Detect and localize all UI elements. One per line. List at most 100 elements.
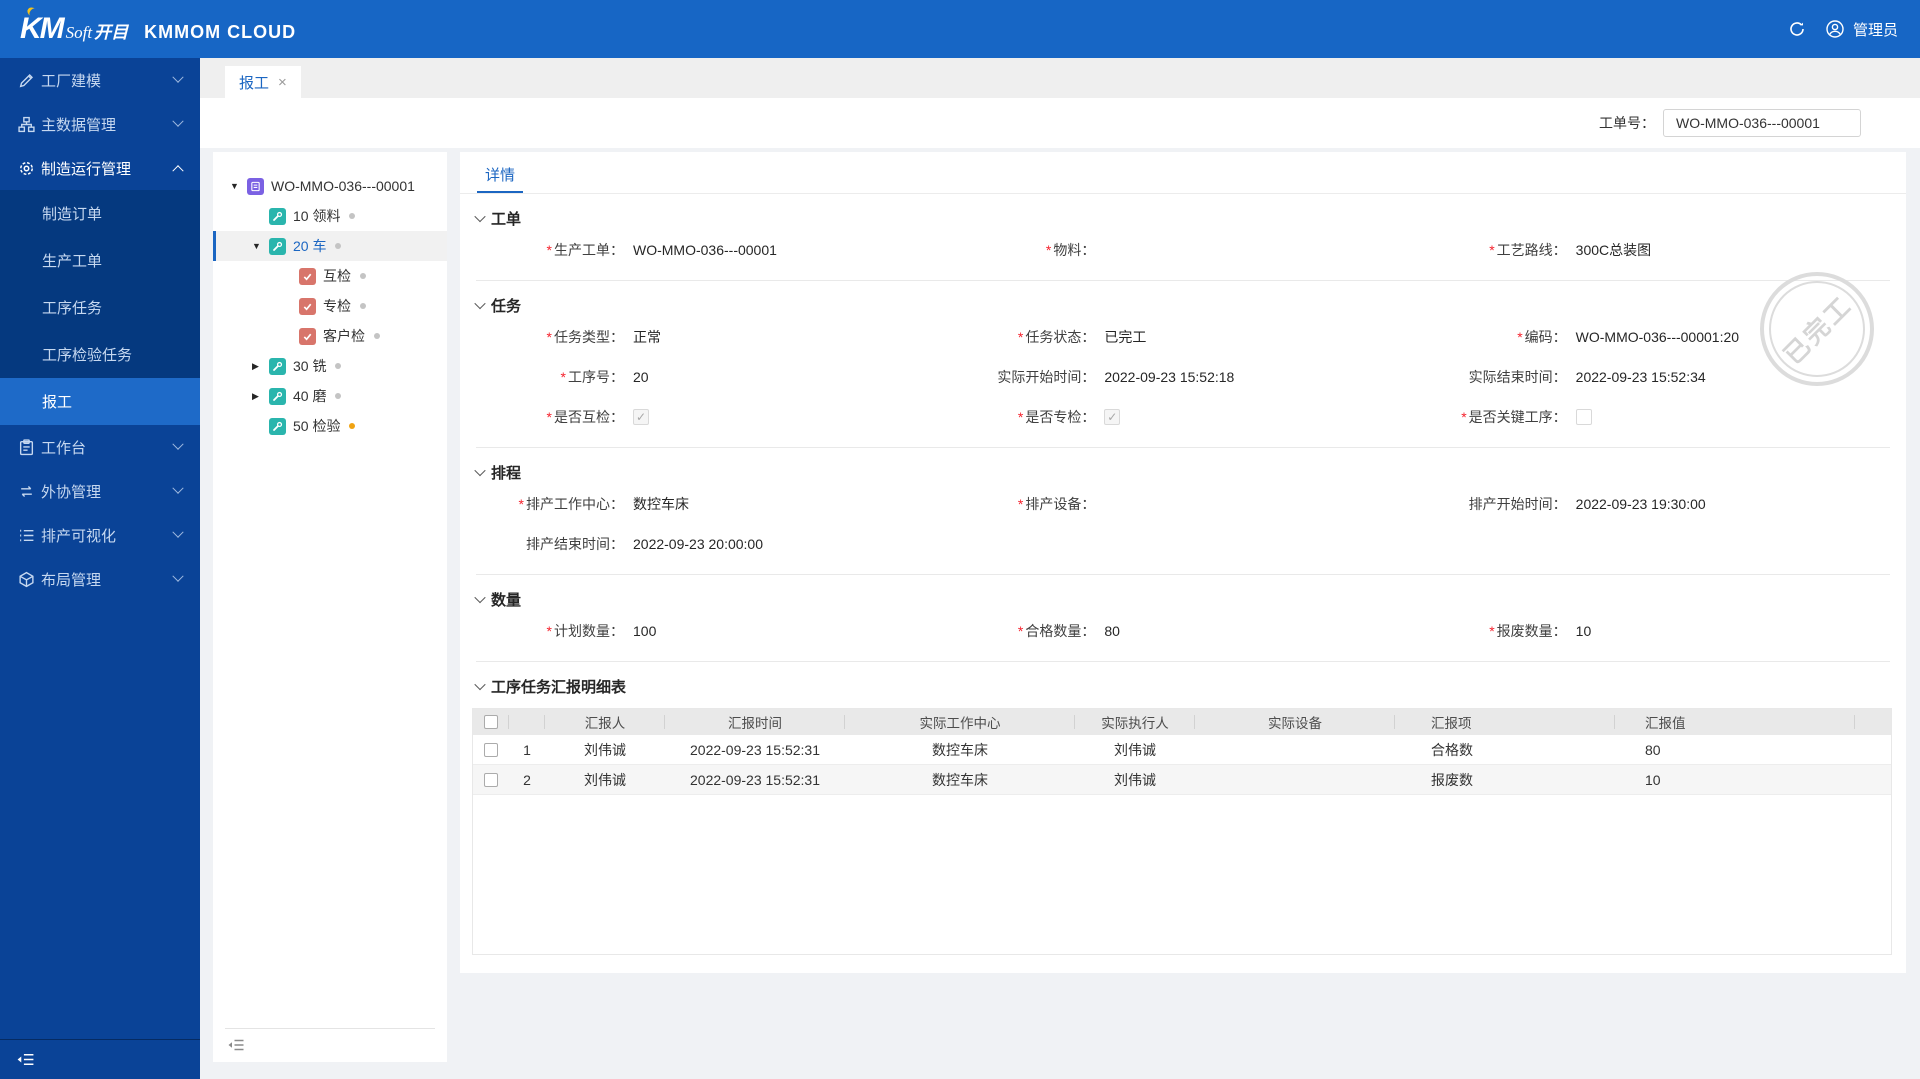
field-actual-start-time: *实际开始时间： 2022-09-23 15:52:18 (947, 367, 1418, 387)
section-header-task[interactable]: 任务 (474, 293, 1890, 317)
refresh-icon[interactable] (1787, 19, 1807, 39)
table-row[interactable]: 2 刘伟诚 2022-09-23 15:52:31 数控车床 刘伟诚 报废数 1… (473, 765, 1891, 795)
section-header-work-order[interactable]: 工单 (474, 206, 1890, 230)
order-no-input[interactable] (1663, 109, 1861, 137)
field-scheduled-work-center: * 排产工作中心： 数控车床 (476, 494, 947, 514)
check-icon: ✓ (1107, 410, 1118, 424)
field-scheduled-end-time: *排产结束时间： 2022-09-23 20:00:00 (476, 534, 947, 554)
cell-report-value: 10 (1645, 771, 1661, 788)
status-dot (335, 243, 342, 249)
field-task-type: * 任务类型： 正常 (476, 327, 947, 347)
cell-report-time: 2022-09-23 15:52:31 (690, 741, 820, 758)
cell-report-item: 报废数 (1431, 771, 1473, 788)
form-row: *排产结束时间： 2022-09-23 20:00:00 (476, 524, 1890, 564)
collapse-tree-icon[interactable] (227, 1036, 245, 1054)
sidebar-item-manufacturing-ops[interactable]: 制造运行管理 (0, 146, 200, 190)
expand-arrow-icon[interactable]: ▶ (252, 391, 269, 402)
table-row[interactable]: 1 刘伟诚 2022-09-23 15:52:31 数控车床 刘伟诚 合格数 8… (473, 735, 1891, 765)
field-scheduled-start-time: *排产开始时间： 2022-09-23 19:30:00 (1419, 494, 1890, 514)
user-menu[interactable]: 管理员 (1825, 19, 1898, 40)
field-value: WO-MMO-036---00001 (633, 242, 777, 258)
sidebar-item-label: 制造订单 (42, 206, 103, 223)
list-icon (18, 527, 35, 544)
field-value: 数控车床 (633, 496, 689, 512)
select-all-checkbox[interactable] (484, 715, 498, 729)
sidebar-item-work-reporting[interactable]: 报工 (0, 378, 200, 425)
sidebar-item-label: 制造运行管理 (41, 160, 132, 178)
sidebar-item-layout-management[interactable]: 布局管理 (0, 557, 200, 601)
section-header-schedule[interactable]: 排程 (474, 460, 1890, 484)
sidebar-item-label: 外协管理 (41, 483, 102, 501)
tree-node-op-30[interactable]: ▶ 30 铣 (213, 351, 447, 381)
sidebar-item-process-tasks[interactable]: 工序任务 (0, 284, 200, 331)
field-actual-end-time: *实际结束时间： 2022-09-23 15:52:34 (1419, 367, 1890, 387)
sidebar-item-outsourcing[interactable]: 外协管理 (0, 469, 200, 513)
required-asterisk: * (546, 329, 552, 345)
row-checkbox[interactable] (484, 742, 498, 757)
field-value: WO-MMO-036---00001:20 (1575, 329, 1740, 345)
section-divider (476, 447, 1890, 448)
detail-tabs: 详情 (460, 152, 1906, 194)
sidebar-item-process-inspection-tasks[interactable]: 工序检验任务 (0, 331, 200, 378)
sidebar-item-workbench[interactable]: 工作台 (0, 425, 200, 469)
cell-equipment (1195, 765, 1395, 794)
tree-node-op-40[interactable]: ▶ 40 磨 (213, 381, 447, 411)
field-label: * 计划数量： (546, 623, 624, 639)
section-divider (476, 661, 1890, 662)
expand-arrow-icon[interactable]: ▼ (230, 181, 247, 191)
tree-node-op-50[interactable]: 50 检验 (213, 411, 447, 441)
logo-soft: Soft (65, 23, 93, 42)
tab-work-reporting[interactable]: 报工 × (225, 66, 301, 98)
sidebar-item-label: 生产工单 (42, 253, 103, 270)
checkbox-key-operation[interactable]: ✓ (1575, 409, 1592, 425)
required-asterisk: * (1017, 623, 1024, 639)
tree-node-label: WO-MMO-036---00001 (271, 178, 415, 194)
tree-node-op-10[interactable]: 10 领料 (213, 201, 447, 231)
tree-node-special-inspection[interactable]: 专检 (213, 291, 447, 321)
operation-icon (269, 237, 286, 255)
field-production-order: * 生产工单： WO-MMO-036---00001 (476, 240, 947, 260)
tree-node-customer-inspection[interactable]: 客户检 (213, 321, 447, 351)
field-scrap-qty: * 报废数量： 10 (1419, 621, 1890, 641)
field-value: 20 (633, 369, 649, 385)
page: KM Soft 开目 KMMOM CLOUD 管理员 工厂建模 主数据管理 制造… (0, 0, 1920, 1079)
section-header-quantity[interactable]: 数量 (474, 587, 1890, 611)
work-order-icon (247, 177, 264, 195)
table-header-row: 汇报人 汇报时间 实际工作中心 实际执行人 实际设备 汇报项 汇报值 (473, 709, 1891, 735)
column-header-work-center: 实际工作中心 (845, 709, 1075, 735)
expand-arrow-icon[interactable]: ▶ (252, 361, 269, 372)
form-row: *工序号： 20 *实际开始时间： 2022-09-23 15:52:18 *实… (476, 357, 1890, 397)
sidebar-item-label: 工序任务 (42, 300, 103, 317)
sidebar-item-production-work-orders[interactable]: 生产工单 (0, 237, 200, 284)
sidebar-item-manufacturing-orders[interactable]: 制造订单 (0, 190, 200, 237)
field-key-operation: *是否关键工序： ✓ (1419, 407, 1890, 427)
detail-body: 已完工 工单 * 生产工单： WO-MMO-036---00001 * 物料： * 工… (460, 206, 1906, 955)
tree-node-work-order[interactable]: ▼ WO-MMO-036---00001 (213, 171, 447, 201)
chevron-down-icon (172, 482, 184, 494)
field-label: * 排产工作中心： (518, 496, 624, 512)
sidebar-submenu: 制造订单 生产工单 工序任务 工序检验任务 报工 (0, 190, 200, 425)
section-title: 任务 (491, 297, 522, 315)
chevron-down-icon (172, 526, 184, 538)
sidebar-item-scheduling-visualization[interactable]: 排产可视化 (0, 513, 200, 557)
tab-details[interactable]: 详情 (477, 152, 524, 193)
chevron-down-icon (172, 71, 184, 83)
sidebar-item-factory-modeling[interactable]: 工厂建模 (0, 58, 200, 102)
column-header-report-time: 汇报时间 (665, 709, 845, 735)
sidebar-item-master-data[interactable]: 主数据管理 (0, 102, 200, 146)
inspection-icon (299, 327, 316, 345)
gear-icon (18, 160, 35, 177)
chevron-down-icon (474, 464, 486, 477)
close-icon[interactable]: × (278, 74, 287, 91)
tree-node-mutual-inspection[interactable]: 互检 (213, 261, 447, 291)
cell-number: 2 (523, 771, 531, 788)
section-header-report-detail[interactable]: 工序任务汇报明细表 (474, 674, 1890, 698)
field-task-status: * 任务状态： 已完工 (947, 327, 1418, 347)
required-asterisk: * (1517, 329, 1523, 345)
row-checkbox[interactable] (484, 772, 498, 787)
tree-node-op-20[interactable]: ▼ 20 车 (213, 231, 447, 261)
field-value: 正常 (633, 329, 661, 345)
expand-arrow-icon[interactable]: ▼ (252, 241, 269, 251)
collapse-sidebar-icon[interactable] (16, 1050, 35, 1069)
cell-number: 1 (523, 741, 531, 758)
